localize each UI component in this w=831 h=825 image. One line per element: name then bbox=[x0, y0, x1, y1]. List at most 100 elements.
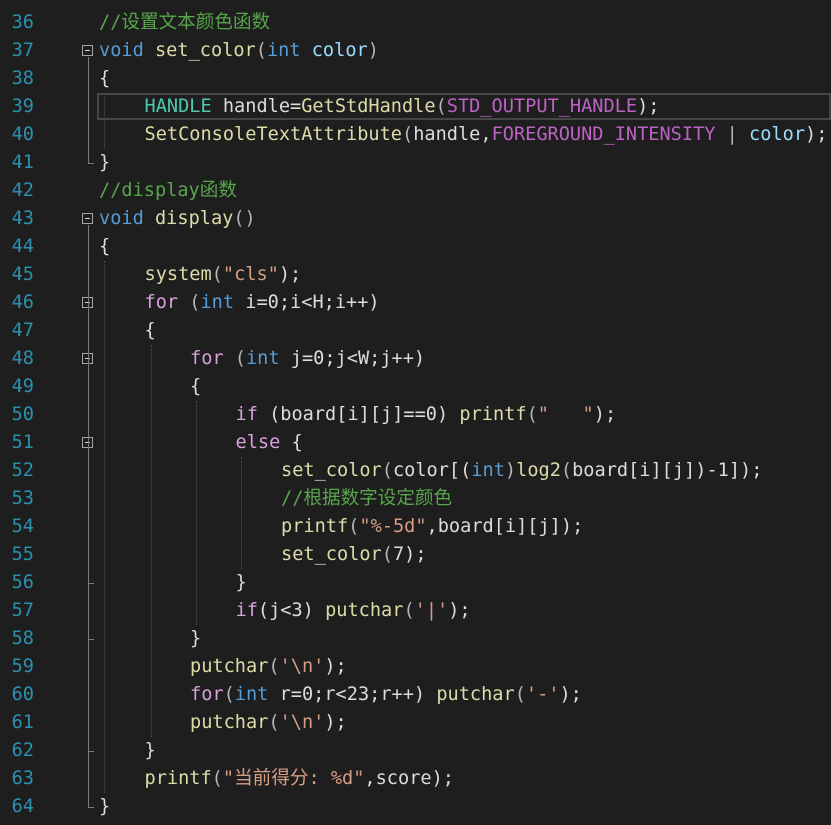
code-line[interactable]: 51 else { bbox=[0, 429, 831, 457]
code-text: set_color(color[(int)log2(board[i][j])-1… bbox=[281, 457, 762, 485]
code-token: ( bbox=[348, 516, 360, 537]
code-text: { bbox=[99, 65, 110, 93]
code-line[interactable]: 50 if (board[i][j]==0) printf(" "); bbox=[0, 401, 831, 429]
code-token: int bbox=[200, 292, 235, 313]
code-token: ,board[i][j]); bbox=[426, 516, 584, 537]
code-text: { bbox=[190, 373, 201, 401]
code-token: ( bbox=[514, 684, 526, 705]
code-line[interactable]: 53 //根据数字设定颜色 bbox=[0, 485, 831, 513]
code-line[interactable]: 37 void set_color(int color) bbox=[0, 37, 831, 65]
line-number: 57 bbox=[11, 600, 34, 621]
code-token: ( bbox=[211, 264, 223, 285]
code-line[interactable]: 58} bbox=[0, 625, 831, 653]
code-text: //根据数字设定颜色 bbox=[281, 485, 452, 513]
fold-end-tick bbox=[88, 583, 94, 584]
code-line[interactable]: 36 //设置文本颜色函数 bbox=[0, 9, 831, 37]
line-number: 64 bbox=[11, 796, 34, 817]
line-number: 53 bbox=[11, 488, 34, 509]
code-token: set_color bbox=[281, 544, 382, 565]
code-line[interactable]: 56} bbox=[0, 569, 831, 597]
code-token: ); bbox=[324, 656, 347, 677]
code-token: } bbox=[235, 572, 247, 593]
code-line[interactable]: 54 printf("%-5d",board[i][j]); bbox=[0, 513, 831, 541]
code-text: if (board[i][j]==0) printf(" "); bbox=[236, 401, 617, 429]
code-line[interactable]: 57 if(j<3) putchar('|'); bbox=[0, 597, 831, 625]
code-line[interactable]: 55 set_color(7); bbox=[0, 541, 831, 569]
code-line[interactable]: 49 { bbox=[0, 373, 831, 401]
code-line[interactable]: 43 void display() bbox=[0, 205, 831, 233]
code-token: int bbox=[234, 684, 269, 705]
code-token: '-' bbox=[525, 684, 560, 705]
code-line[interactable]: 59 putchar('\n'); bbox=[0, 653, 831, 681]
code-token: ( bbox=[268, 656, 280, 677]
code-token: ( bbox=[255, 40, 267, 61]
line-number: 62 bbox=[11, 740, 34, 761]
code-text: for(int r=0;r<23;r++) putchar('-'); bbox=[190, 681, 582, 709]
code-token: ); bbox=[324, 712, 347, 733]
code-token: (j<3) bbox=[257, 600, 326, 621]
code-token: handle= bbox=[211, 96, 302, 117]
code-token: void bbox=[99, 40, 144, 61]
code-line[interactable]: 45 system("cls"); bbox=[0, 261, 831, 289]
code-line[interactable]: 44 { bbox=[0, 233, 831, 261]
code-token: //根据数字设定颜色 bbox=[281, 488, 453, 509]
line-number: 51 bbox=[11, 432, 34, 453]
code-line[interactable]: 62} bbox=[0, 737, 831, 765]
code-token: { bbox=[99, 236, 111, 257]
code-token: putchar bbox=[190, 656, 269, 677]
code-line[interactable]: 48 for (int j=0;j<W;j++) bbox=[0, 345, 831, 373]
code-token: printf bbox=[144, 768, 212, 789]
code-token: void bbox=[99, 208, 144, 229]
line-number: 38 bbox=[11, 68, 34, 89]
code-line[interactable]: 61 putchar('\n'); bbox=[0, 709, 831, 737]
code-text: { bbox=[145, 317, 156, 345]
code-text: } bbox=[99, 793, 110, 821]
code-text: printf("%-5d",board[i][j]); bbox=[281, 513, 583, 541]
collapse-icon[interactable] bbox=[82, 213, 93, 224]
code-line[interactable]: 46 for (int i=0;i<H;i++) bbox=[0, 289, 831, 317]
line-number: 44 bbox=[11, 236, 34, 257]
code-line[interactable]: 47 { bbox=[0, 317, 831, 345]
code-token: ( bbox=[435, 96, 447, 117]
code-token: ( bbox=[560, 460, 573, 481]
code-token: int bbox=[471, 460, 505, 481]
code-token: '\n' bbox=[279, 712, 325, 733]
code-editor[interactable]: 36//设置文本颜色函数 37 void set_color(int color) 3… bbox=[0, 0, 831, 825]
indent-guide bbox=[241, 457, 242, 569]
code-line[interactable]: 64} bbox=[0, 793, 831, 821]
code-text: //设置文本颜色函数 bbox=[99, 9, 270, 37]
line-number: 60 bbox=[11, 684, 34, 705]
code-token: FOREGROUND_INTENSITY bbox=[491, 124, 716, 145]
code-token: 7 bbox=[392, 544, 405, 565]
code-text: system("cls"); bbox=[145, 261, 302, 289]
collapse-icon[interactable] bbox=[82, 45, 93, 56]
code-line[interactable]: 40 SetConsoleTextAttribute(handle,FOREGRO… bbox=[0, 121, 831, 149]
code-token: //display函数 bbox=[99, 180, 237, 201]
code-token: i=0;i<H;i++) bbox=[234, 292, 380, 313]
code-line[interactable]: 39 HANDLE handle=GetStdHandle(STD_OUTPUT_… bbox=[0, 93, 831, 121]
code-token: color[( bbox=[392, 460, 472, 481]
code-token: r=0;r<23;r++) bbox=[268, 684, 437, 705]
code-token: board[i][j])-1]); bbox=[572, 460, 763, 481]
code-token: putchar bbox=[190, 712, 269, 733]
line-number: 49 bbox=[11, 376, 34, 397]
line-number: 41 bbox=[11, 152, 34, 173]
code-token: "%-5d" bbox=[359, 516, 427, 537]
line-number: 46 bbox=[11, 292, 34, 313]
code-text: putchar('\n'); bbox=[190, 653, 347, 681]
code-token: printf bbox=[281, 516, 349, 537]
code-line[interactable]: 38 { bbox=[0, 65, 831, 93]
code-text: } bbox=[99, 149, 110, 177]
code-line[interactable]: 63 printf("当前得分: %d",score); bbox=[0, 765, 831, 793]
code-token: for bbox=[190, 684, 224, 705]
code-line[interactable]: 52 set_color(color[(int)log2(board[i][j])… bbox=[0, 457, 831, 485]
code-token: if bbox=[235, 600, 258, 621]
line-number: 47 bbox=[11, 320, 34, 341]
code-line[interactable]: 42 //display函数 bbox=[0, 177, 831, 205]
code-token: ( bbox=[381, 544, 393, 565]
code-line[interactable]: 60 for(int r=0;r<23;r++) putchar('-'); bbox=[0, 681, 831, 709]
code-token: set_color bbox=[281, 460, 382, 481]
code-line[interactable]: 41} bbox=[0, 149, 831, 177]
code-token: set_color bbox=[154, 40, 256, 61]
